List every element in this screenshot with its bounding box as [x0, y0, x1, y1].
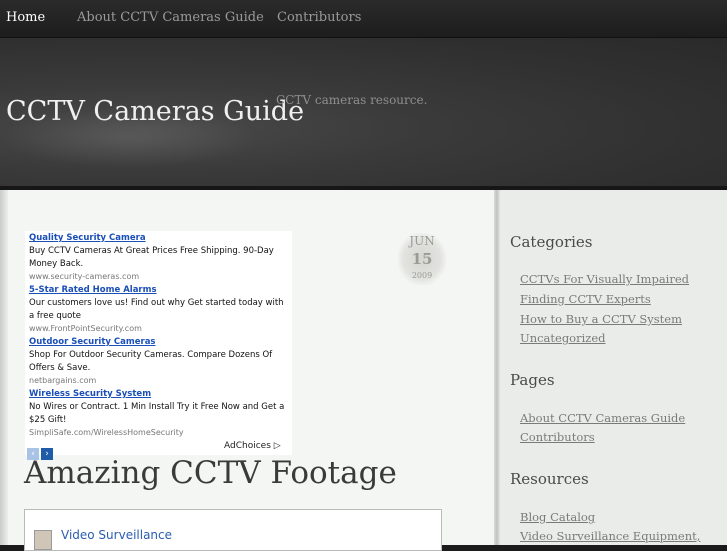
adchoices-link[interactable]: AdChoices ▷: [224, 441, 281, 451]
ad-title-link[interactable]: Outdoor Security Cameras: [29, 337, 289, 347]
top-navigation: Home About CCTV Cameras Guide Contributo…: [0, 0, 727, 38]
sidebar-link-category[interactable]: CCTVs For Visually Impaired: [520, 272, 689, 286]
nav-contributors[interactable]: Contributors: [277, 10, 361, 25]
post-date-badge: JUN 15 2009: [398, 233, 446, 285]
sidebar-link-category[interactable]: Uncategorized: [520, 331, 606, 345]
ad-text: Shop For Outdoor Security Cameras. Compa…: [29, 350, 273, 373]
sidebar-link-page[interactable]: About CCTV Cameras Guide: [520, 411, 685, 425]
content-edge: [0, 190, 8, 545]
ad-url[interactable]: netbargains.com: [29, 376, 289, 385]
ad-item: Wireless Security System No Wires or Con…: [29, 389, 289, 437]
site-title[interactable]: CCTV Cameras Guide: [6, 96, 304, 127]
ad-title-link[interactable]: Quality Security Camera: [29, 233, 289, 243]
ad-block: Quality Security Camera Buy CCTV Cameras…: [25, 231, 292, 460]
post-date-year: 2009: [411, 271, 433, 280]
site-description: CCTV cameras resource.: [276, 93, 428, 107]
sidebar-link-page[interactable]: Contributors: [520, 430, 595, 444]
post-date-month: JUN: [409, 234, 435, 248]
nav-home[interactable]: Home: [6, 10, 45, 25]
video-thumbnail[interactable]: [34, 530, 52, 550]
ad-url[interactable]: SimpliSafe.com/WirelessHomeSecurity: [29, 428, 289, 437]
video-surveillance-link[interactable]: Video Surveillance: [61, 528, 172, 542]
ad-title-link[interactable]: Wireless Security System: [29, 389, 289, 399]
sidebar-link-resource[interactable]: Blog Catalog: [520, 510, 595, 524]
sidebar-heading-categories: Categories: [510, 233, 593, 251]
sidebar-link-category[interactable]: How to Buy a CCTV System: [520, 312, 682, 326]
nav-about[interactable]: About CCTV Cameras Guide: [77, 10, 264, 25]
sidebar-link-category[interactable]: Finding CCTV Experts: [520, 292, 651, 306]
ad-pager: ‹ ›: [27, 441, 55, 460]
ad-text: Buy CCTV Cameras At Great Prices Free Sh…: [29, 246, 274, 269]
ad-item: Quality Security Camera Buy CCTV Cameras…: [29, 233, 289, 281]
sidebar-heading-resources: Resources: [510, 470, 589, 488]
sidebar-heading-pages: Pages: [510, 371, 555, 389]
post-title[interactable]: Amazing CCTV Footage: [24, 455, 397, 491]
ad-item: 5-Star Rated Home Alarms Our customers l…: [29, 285, 289, 333]
ad-text: No Wires or Contract. 1 Min Install Try …: [29, 402, 285, 425]
ad-title-link[interactable]: 5-Star Rated Home Alarms: [29, 285, 289, 295]
post-date-day: 15: [411, 250, 433, 268]
ad-text: Our customers love us! Find out why Get …: [29, 298, 284, 321]
ad-url[interactable]: www.FrontPointSecurity.com: [29, 324, 289, 333]
sidebar-link-resource[interactable]: Video Surveillance Equipment,: [520, 529, 700, 543]
ad-url[interactable]: www.security-cameras.com: [29, 272, 289, 281]
site-header: CCTV Cameras Guide CCTV cameras resource…: [0, 38, 727, 188]
ad-item: Outdoor Security Cameras Shop For Outdoo…: [29, 337, 289, 385]
